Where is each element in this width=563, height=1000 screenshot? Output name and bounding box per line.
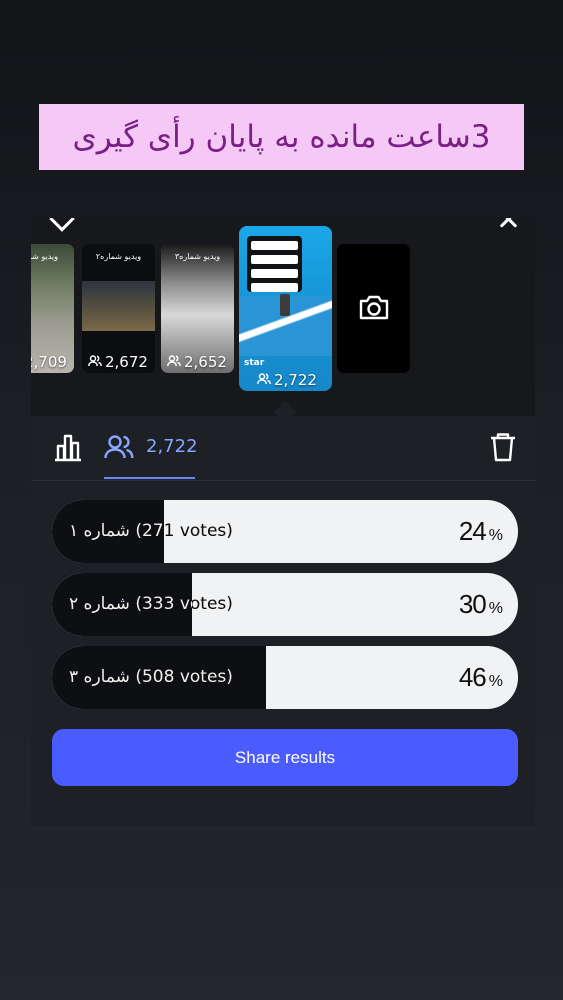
viewers-count[interactable]: 2,722 bbox=[146, 436, 198, 457]
thumbnail-caption: ویدیو شماره۲ bbox=[95, 252, 142, 261]
viewers-icon bbox=[88, 353, 102, 371]
trash-icon[interactable] bbox=[489, 432, 517, 466]
viewers-icon[interactable] bbox=[104, 434, 134, 464]
result-percent: 46% bbox=[458, 662, 503, 692]
thumbnail-view-count: 2,709 bbox=[31, 353, 67, 371]
result-label: شماره ۲ (333 votes) bbox=[69, 594, 233, 614]
thumbnail-caption: ویدیو شماره bbox=[31, 252, 58, 261]
countdown-banner: 3ساعت مانده به پایان رأی گیری bbox=[39, 104, 524, 170]
thumbnail-view-count: 2,722 bbox=[257, 371, 317, 389]
active-tab-indicator bbox=[104, 477, 195, 479]
result-percent: 30% bbox=[458, 589, 503, 619]
camera-icon bbox=[358, 293, 390, 325]
camera-button[interactable] bbox=[337, 244, 410, 373]
bar-chart-icon[interactable] bbox=[53, 432, 83, 466]
thumbnail-caption: ویدیو شماره۳ bbox=[174, 252, 221, 261]
result-label: شماره ۱ (271 votes) bbox=[69, 521, 233, 541]
thumbnail-view-count: 2,672 bbox=[88, 353, 148, 371]
story-thumbnail-3[interactable]: ویدیو شماره۳ 2,652 bbox=[161, 244, 234, 373]
thumbnail-image bbox=[82, 281, 155, 331]
countdown-text: 3ساعت مانده به پایان رأی گیری bbox=[72, 119, 491, 155]
brand-logo: star bbox=[244, 358, 265, 368]
result-percent: 24% bbox=[458, 516, 503, 546]
story-insights-panel: ویدیو شماره 2,709 ویدیو شماره۲ 2,672 وید… bbox=[31, 218, 535, 826]
poll-result-1: شماره ۱ (271 votes) 24% bbox=[52, 500, 518, 563]
thumbnail-object bbox=[280, 294, 290, 316]
story-thumbnail-1[interactable]: ویدیو شماره 2,709 bbox=[31, 244, 74, 373]
chevron-down-icon[interactable] bbox=[49, 218, 75, 232]
viewers-icon bbox=[257, 371, 271, 389]
insights-toolbar: 2,722 bbox=[31, 416, 535, 480]
story-thumbnail-selected[interactable]: star 2,722 bbox=[239, 226, 332, 391]
poll-sticker-preview bbox=[247, 236, 302, 292]
share-results-button[interactable]: Share results bbox=[52, 729, 518, 786]
story-thumbnail-2[interactable]: ویدیو شماره۲ 2,672 bbox=[82, 244, 155, 373]
result-label: شماره ۳ (508 votes) bbox=[69, 667, 233, 687]
poll-result-2: شماره ۲ (333 votes) 30% bbox=[52, 573, 518, 636]
viewers-icon bbox=[167, 353, 181, 371]
poll-result-3: شماره ۳ (508 votes) 46% bbox=[52, 646, 518, 709]
divider bbox=[31, 480, 535, 481]
close-icon[interactable] bbox=[495, 218, 521, 232]
story-thumbnail-strip: ویدیو شماره 2,709 ویدیو شماره۲ 2,672 وید… bbox=[31, 218, 535, 416]
thumbnail-view-count: 2,652 bbox=[167, 353, 227, 371]
